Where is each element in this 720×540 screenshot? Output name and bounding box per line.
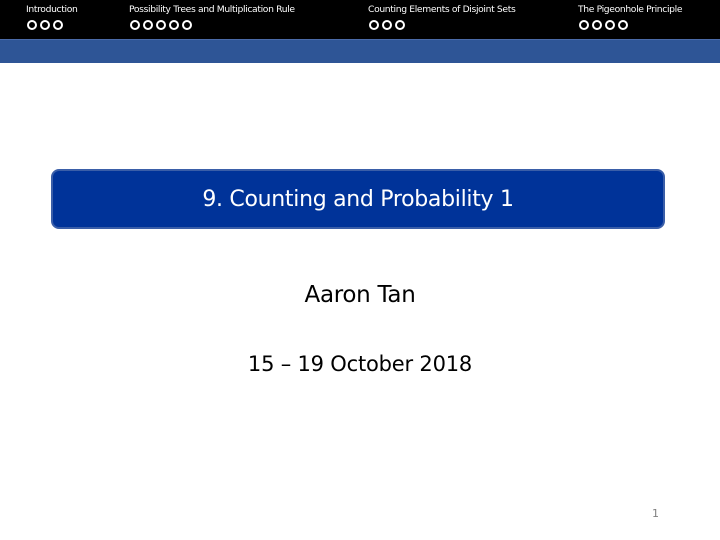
slide-dot-icon[interactable] [395, 20, 405, 30]
nav-section-disjoint-sets[interactable]: Counting Elements of Disjoint Sets [368, 4, 516, 30]
nav-section-label[interactable]: Possibility Trees and Multiplication Rul… [129, 4, 295, 16]
presentation-date: 15 – 19 October 2018 [247, 352, 473, 376]
nav-section-label[interactable]: Introduction [26, 4, 78, 16]
slide-dot-icon[interactable] [27, 20, 37, 30]
nav-section-pigeonhole[interactable]: The Pigeonhole Principle [578, 4, 683, 30]
slide-dot-icon[interactable] [169, 20, 179, 30]
nav-section-label[interactable]: Counting Elements of Disjoint Sets [368, 4, 516, 16]
slide-dot-icon[interactable] [156, 20, 166, 30]
slide-dot-icon[interactable] [579, 20, 589, 30]
slide-dot-icon[interactable] [53, 20, 63, 30]
author-name: Aaron Tan [304, 282, 416, 308]
nav-section-possibility-trees[interactable]: Possibility Trees and Multiplication Rul… [129, 4, 295, 30]
slide-dot-icon[interactable] [592, 20, 602, 30]
page-number: 1 [652, 507, 659, 520]
nav-slide-dots [130, 20, 295, 30]
nav-slide-dots [27, 20, 77, 30]
slide-dot-icon[interactable] [40, 20, 50, 30]
nav-section-label[interactable]: The Pigeonhole Principle [578, 4, 683, 16]
slide-dot-icon[interactable] [143, 20, 153, 30]
slide-dot-icon[interactable] [369, 20, 379, 30]
slide-dot-icon[interactable] [605, 20, 615, 30]
nav-section-introduction[interactable]: Introduction [26, 4, 78, 30]
slide-dot-icon[interactable] [382, 20, 392, 30]
title-box: 9. Counting and Probability 1 [51, 169, 665, 229]
header-accent-bar [0, 39, 720, 63]
section-navigation-bar: Introduction Possibility Trees and Multi… [0, 0, 720, 39]
slide-dot-icon[interactable] [130, 20, 140, 30]
nav-slide-dots [579, 20, 682, 30]
slide-title: 9. Counting and Probability 1 [202, 186, 514, 212]
nav-slide-dots [369, 20, 515, 30]
slide-dot-icon[interactable] [182, 20, 192, 30]
slide-dot-icon[interactable] [618, 20, 628, 30]
